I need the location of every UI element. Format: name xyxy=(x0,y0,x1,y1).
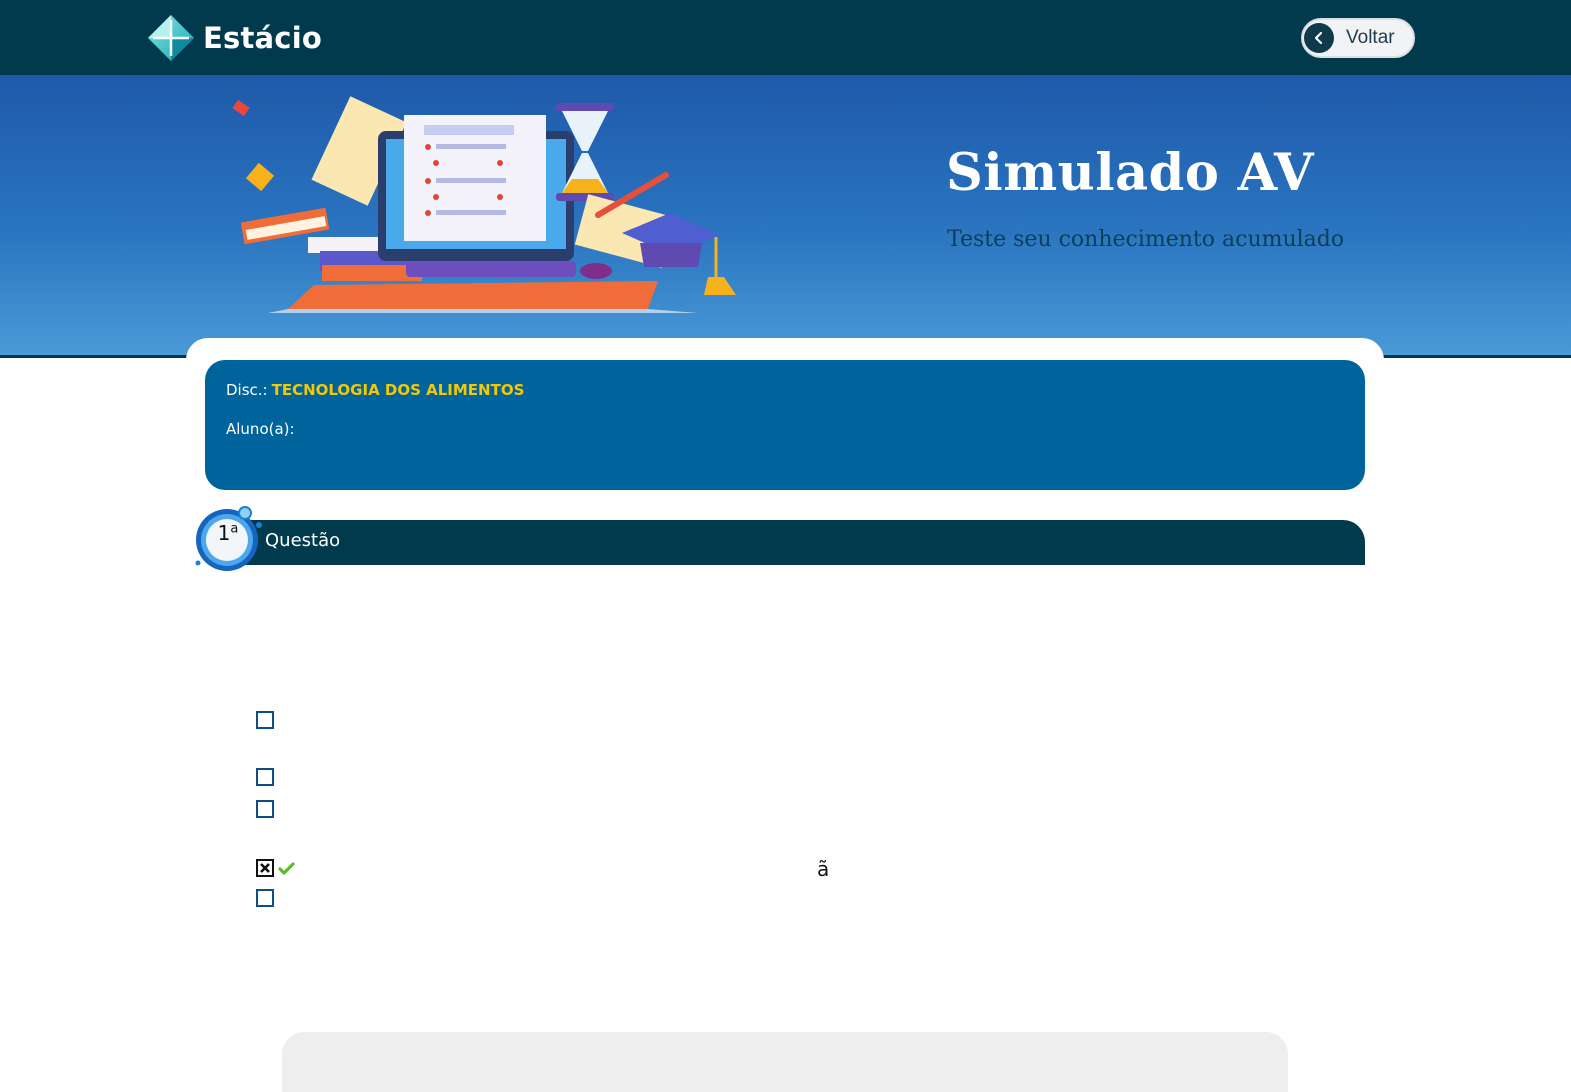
answer-option-checkbox-e[interactable] xyxy=(256,889,274,907)
exam-study-illustration xyxy=(232,96,736,313)
answer-option-checkbox-c[interactable] xyxy=(256,800,274,818)
question-number: 1a xyxy=(217,521,239,545)
answer-feedback-panel xyxy=(282,1032,1288,1092)
estacio-diamond-icon xyxy=(148,15,194,61)
page-title: Simulado AV xyxy=(946,143,1315,203)
option-text-fragment: ã xyxy=(817,857,830,881)
correct-answer-check-icon xyxy=(278,862,295,875)
exam-info-panel: Disc.: TECNOLOGIA DOS ALIMENTOS Aluno(a): xyxy=(205,360,1365,490)
top-navigation-bar: Estácio Voltar xyxy=(0,0,1571,75)
checked-x-icon xyxy=(259,862,271,874)
question-label: Questão xyxy=(265,530,341,551)
back-button[interactable]: Voltar xyxy=(1299,16,1417,60)
chevron-left-icon xyxy=(1304,23,1334,53)
question-header-bar xyxy=(235,520,1365,565)
student-row: Aluno(a): xyxy=(226,420,295,438)
discipline-value: TECNOLOGIA DOS ALIMENTOS xyxy=(271,381,525,399)
page-subtitle: Teste seu conhecimento acumulado xyxy=(947,227,1345,252)
estacio-logo[interactable]: Estácio xyxy=(147,13,322,63)
brand-name: Estácio xyxy=(203,21,322,55)
discipline-label: Disc.: xyxy=(226,381,268,399)
back-button-label: Voltar xyxy=(1346,27,1395,48)
student-label: Aluno(a): xyxy=(226,420,295,438)
discipline-row: Disc.: TECNOLOGIA DOS ALIMENTOS xyxy=(226,381,524,399)
answer-option-checkbox-a[interactable] xyxy=(256,711,274,729)
hero-banner: Simulado AV Teste seu conhecimento acumu… xyxy=(0,75,1571,358)
answer-option-checkbox-d[interactable] xyxy=(256,859,274,877)
answer-option-checkbox-b[interactable] xyxy=(256,768,274,786)
